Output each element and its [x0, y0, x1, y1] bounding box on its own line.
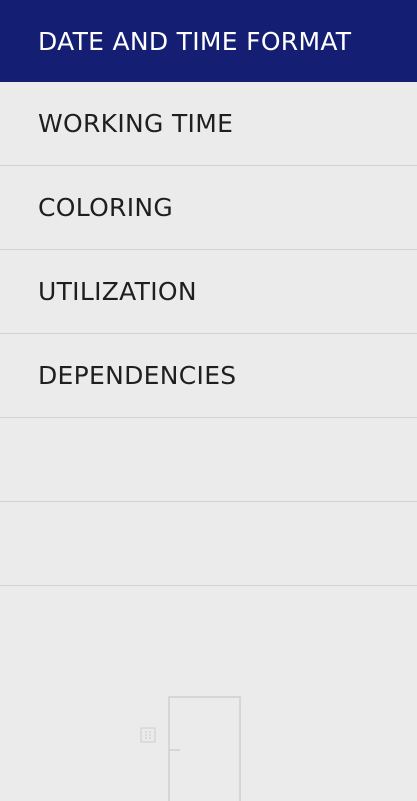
menu-item-label: DATE AND TIME FORMAT: [38, 26, 352, 56]
menu-item-utilization[interactable]: UTILIZATION: [0, 250, 417, 334]
door-icon: [139, 695, 243, 801]
menu-item-label: DEPENDENCIES: [38, 361, 237, 390]
menu-item-label: UTILIZATION: [38, 277, 197, 306]
menu-item-label: COLORING: [38, 193, 174, 222]
menu-item-dependencies[interactable]: DEPENDENCIES: [0, 334, 417, 418]
menu-item-working-time[interactable]: WORKING TIME: [0, 82, 417, 166]
menu-item-coloring[interactable]: COLORING: [0, 166, 417, 250]
menu-item-empty: [0, 418, 417, 502]
settings-menu: DATE AND TIME FORMAT WORKING TIME COLORI…: [0, 0, 417, 586]
menu-item-date-and-time-format[interactable]: DATE AND TIME FORMAT: [0, 0, 417, 82]
menu-item-empty: [0, 502, 417, 586]
menu-item-label: WORKING TIME: [38, 109, 234, 138]
